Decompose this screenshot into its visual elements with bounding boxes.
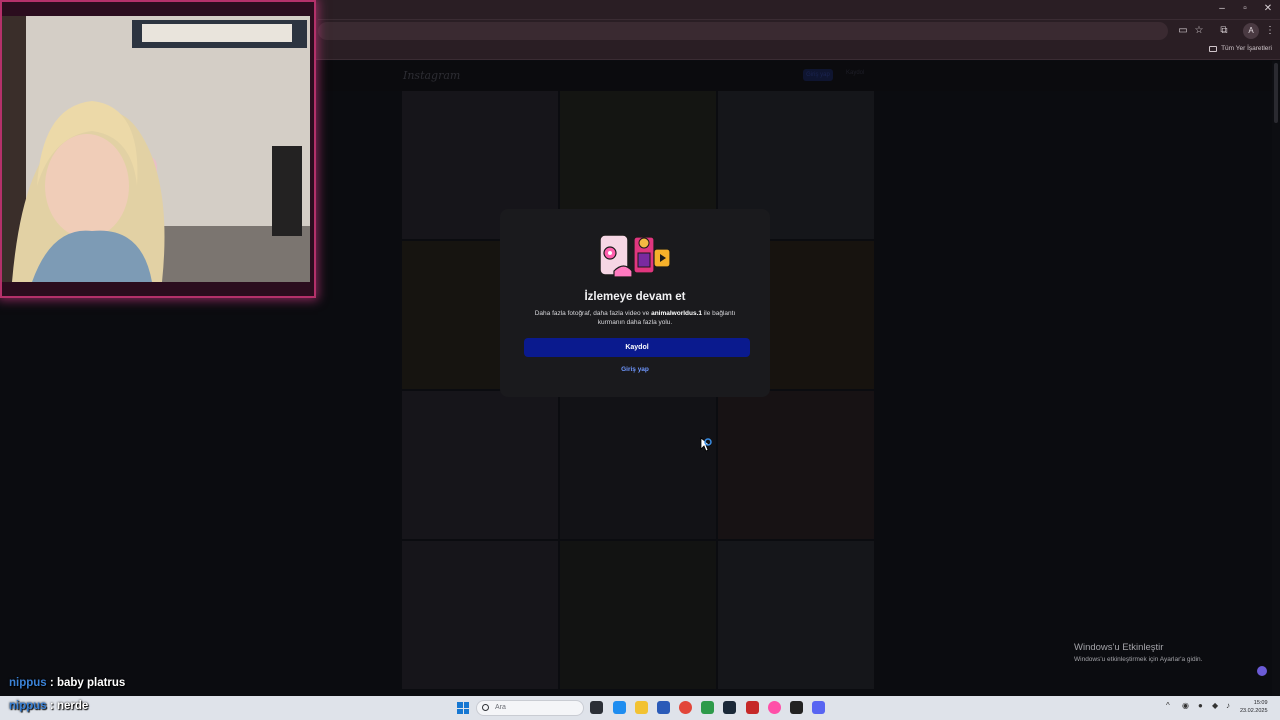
modal-description: Daha fazla fotoğraf, daha fazla video ve… (526, 309, 744, 327)
app-icon[interactable] (746, 701, 759, 714)
minimize-icon[interactable]: – (1211, 3, 1233, 14)
copilot-icon[interactable] (613, 701, 626, 714)
chat-username: nippus (9, 677, 47, 689)
post-thumbnail[interactable] (718, 391, 874, 539)
post-thumbnail[interactable] (402, 391, 558, 539)
chrome-icon[interactable] (679, 701, 692, 714)
taskbar-search-placeholder: Ara (495, 704, 506, 711)
post-thumbnail[interactable] (718, 541, 874, 689)
discord-icon[interactable] (812, 701, 825, 714)
post-thumbnail[interactable] (402, 541, 558, 689)
instagram-logo[interactable]: Instagram (403, 69, 460, 82)
tray-chevron-icon[interactable]: ^ (1166, 701, 1170, 710)
restore-icon[interactable]: ▫ (1234, 3, 1256, 14)
signup-button[interactable]: Kaydol (524, 338, 750, 357)
webcam-overlay (0, 0, 316, 298)
steam-icon[interactable] (723, 701, 736, 714)
folder-icon (1209, 45, 1218, 52)
all-bookmarks-label: Tüm Yer İşaretleri (1221, 45, 1272, 52)
header-login-button[interactable]: Giriş yap (803, 69, 833, 81)
install-app-icon[interactable]: ▭ (1176, 24, 1190, 38)
windows-taskbar: nippus : nerde Ara ^ ◉ ● ◆ ♪ 15:09 23.02… (0, 696, 1280, 720)
clock-date: 23.02.2025 (1240, 708, 1268, 714)
microsoft-store-icon[interactable] (657, 701, 670, 714)
modal-text-before: Daha fazla fotoğraf, daha fazla video ve (534, 310, 652, 317)
mouse-cursor-icon (700, 437, 712, 452)
profile-avatar[interactable]: A (1243, 23, 1259, 39)
taskbar-clock[interactable]: 15:09 23.02.2025 (1240, 699, 1268, 715)
header-signup-link[interactable]: Kaydol (846, 70, 864, 76)
streamer-camera-image (2, 16, 310, 282)
search-icon (482, 704, 489, 711)
chat-username: nippus (9, 700, 47, 712)
scrollbar-thumb[interactable] (1274, 63, 1278, 123)
task-view-icon[interactable] (590, 701, 603, 714)
mic-icon[interactable]: ● (1198, 701, 1203, 710)
activation-title: Windows'u Etkinleştir (1074, 642, 1164, 653)
chat-separator: : (46, 700, 57, 712)
xbox-icon[interactable] (701, 701, 714, 714)
close-icon[interactable]: ✕ (1257, 3, 1279, 14)
modal-username: animalworldus.1 (651, 310, 703, 317)
webcam-video (2, 16, 310, 282)
post-thumbnail[interactable] (560, 541, 716, 689)
login-link[interactable]: Giriş yap (500, 366, 770, 373)
all-bookmarks-button[interactable]: Tüm Yer İşaretleri (1209, 45, 1272, 52)
chat-text: nerde (56, 700, 89, 712)
continue-watching-modal: İzlemeye devam et Daha fazla fotoğraf, d… (500, 209, 770, 397)
sticker-illustration-icon (599, 234, 671, 278)
menu-kebab-icon[interactable]: ⋮ (1263, 24, 1277, 38)
taskbar-search-box[interactable]: Ara (476, 700, 584, 716)
volume-icon[interactable]: ♪ (1226, 701, 1230, 710)
chat-message: nippus : nerde (9, 700, 88, 712)
chat-separator: : (46, 677, 57, 689)
file-explorer-icon[interactable] (635, 701, 648, 714)
start-windows-icon[interactable] (457, 702, 469, 714)
opera-icon[interactable] (768, 701, 781, 714)
instagram-header: Instagram Giriş yap Kaydol (318, 61, 1280, 91)
clock-time: 15:09 (1253, 700, 1268, 706)
assistant-bubble-icon[interactable] (1257, 666, 1267, 676)
chat-text: baby platrus (56, 677, 126, 689)
wifi-icon[interactable]: ◆ (1212, 701, 1218, 710)
address-bar[interactable] (318, 22, 1168, 40)
epic-games-icon[interactable] (790, 701, 803, 714)
windows-activation-watermark: Windows'u Etkinleştir Windows'u etkinleş… (1074, 642, 1202, 663)
bookmark-star-icon[interactable]: ☆ (1192, 24, 1206, 38)
modal-title: İzlemeye devam et (584, 291, 686, 303)
activation-subtitle: Windows'u etkinleştirmek için Ayarlar'a … (1074, 656, 1203, 663)
extensions-icon[interactable]: ⧉ (1217, 24, 1231, 38)
page-scrollbar[interactable] (1272, 61, 1280, 696)
post-thumbnail[interactable] (560, 391, 716, 539)
chat-message: nippus : baby platrus (9, 677, 125, 689)
network-icon[interactable]: ◉ (1182, 701, 1189, 710)
